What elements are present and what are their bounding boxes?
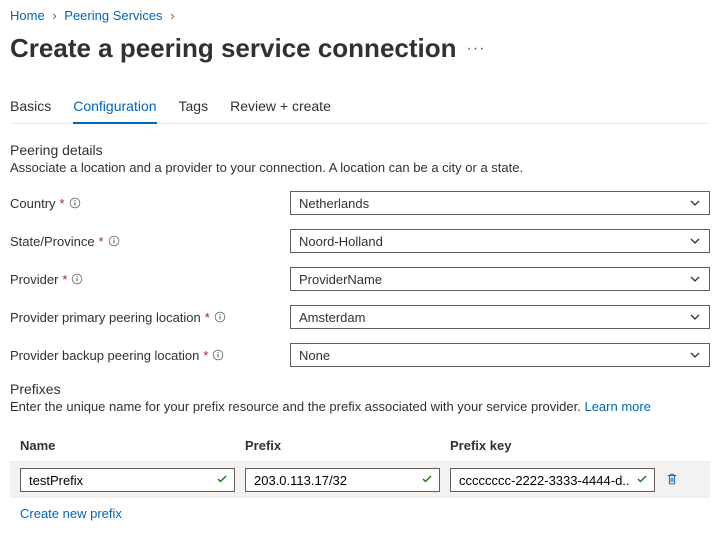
backup-location-value: None (299, 348, 330, 363)
required-indicator: * (62, 272, 67, 287)
chevron-down-icon (689, 197, 701, 209)
provider-value: ProviderName (299, 272, 382, 287)
create-new-prefix-link[interactable]: Create new prefix (10, 506, 122, 521)
col-key: Prefix key (450, 438, 700, 453)
table-row (10, 462, 710, 498)
checkmark-icon (636, 473, 648, 488)
info-icon[interactable] (69, 197, 81, 209)
primary-location-value: Amsterdam (299, 310, 365, 325)
state-label: State/Province (10, 234, 95, 249)
prefixes-heading: Prefixes (10, 381, 710, 397)
state-value: Noord-Holland (299, 234, 383, 249)
prefix-value-input[interactable] (245, 468, 440, 492)
chevron-right-icon: › (170, 8, 174, 23)
country-select[interactable]: Netherlands (290, 191, 710, 215)
chevron-down-icon (689, 349, 701, 361)
prefix-value-field[interactable] (252, 472, 417, 489)
info-icon[interactable] (212, 349, 224, 361)
country-value: Netherlands (299, 196, 369, 211)
delete-icon[interactable] (665, 472, 679, 489)
tab-tags[interactable]: Tags (179, 94, 209, 123)
required-indicator: * (60, 196, 65, 211)
info-icon[interactable] (108, 235, 120, 247)
info-icon[interactable] (71, 273, 83, 285)
provider-select[interactable]: ProviderName (290, 267, 710, 291)
info-icon[interactable] (214, 311, 226, 323)
required-indicator: * (205, 310, 210, 325)
breadcrumb-peering-services[interactable]: Peering Services (64, 8, 162, 23)
table-header: Name Prefix Prefix key (10, 430, 710, 462)
backup-location-select[interactable]: None (290, 343, 710, 367)
col-name: Name (20, 438, 245, 453)
peering-details-heading: Peering details (10, 142, 710, 158)
chevron-down-icon (689, 311, 701, 323)
prefix-name-field[interactable] (27, 472, 212, 489)
prefixes-desc: Enter the unique name for your prefix re… (10, 399, 710, 414)
state-select[interactable]: Noord-Holland (290, 229, 710, 253)
prefix-key-field[interactable] (457, 472, 632, 489)
primary-location-select[interactable]: Amsterdam (290, 305, 710, 329)
checkmark-icon (216, 473, 228, 488)
backup-location-label: Provider backup peering location (10, 348, 199, 363)
more-actions-button[interactable]: ··· (467, 40, 486, 58)
learn-more-link[interactable]: Learn more (584, 399, 650, 414)
col-prefix: Prefix (245, 438, 450, 453)
breadcrumb-home[interactable]: Home (10, 8, 45, 23)
tab-configuration[interactable]: Configuration (73, 94, 156, 124)
primary-location-label: Provider primary peering location (10, 310, 201, 325)
peering-details-desc: Associate a location and a provider to y… (10, 160, 710, 175)
prefixes-table: Name Prefix Prefix key (10, 430, 710, 498)
tab-review-create[interactable]: Review + create (230, 94, 331, 123)
required-indicator: * (203, 348, 208, 363)
tabs: Basics Configuration Tags Review + creat… (10, 94, 710, 124)
chevron-down-icon (689, 235, 701, 247)
required-indicator: * (99, 234, 104, 249)
breadcrumb: Home › Peering Services › (10, 8, 710, 23)
chevron-down-icon (689, 273, 701, 285)
prefix-key-input[interactable] (450, 468, 655, 492)
checkmark-icon (421, 473, 433, 488)
prefix-name-input[interactable] (20, 468, 235, 492)
country-label: Country (10, 196, 56, 211)
tab-basics[interactable]: Basics (10, 94, 51, 123)
provider-label: Provider (10, 272, 58, 287)
page-title: Create a peering service connection (10, 33, 457, 64)
chevron-right-icon: › (52, 8, 56, 23)
